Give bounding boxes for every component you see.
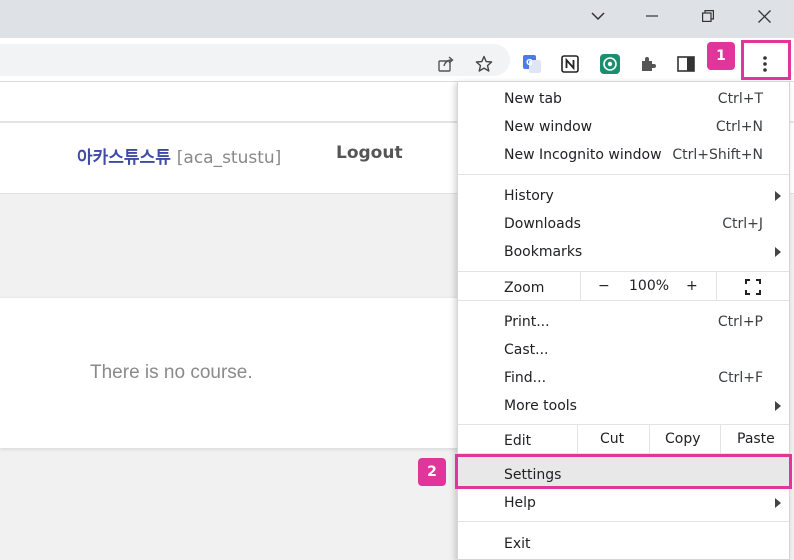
menu-item-label: Find... [504, 370, 547, 386]
step2-highlight-box [455, 454, 792, 489]
bookmark-star-button[interactable] [470, 50, 498, 78]
menu-item-shortcut: Ctrl+P [717, 314, 763, 330]
chevron-down-icon [591, 12, 605, 21]
menu-item-help[interactable]: Help [458, 490, 789, 518]
menu-item-find[interactable]: Find... Ctrl+F [458, 365, 789, 393]
menu-item-label: Downloads [504, 216, 581, 232]
user-name[interactable]: 아카스튜스튜 [aca_stustu] [77, 143, 281, 168]
minimize-icon [646, 15, 658, 17]
star-icon [475, 55, 493, 72]
menu-item-label: Exit [504, 536, 531, 552]
menu-item-shortcut: Ctrl+N [715, 119, 763, 135]
edit-divider [577, 425, 578, 453]
menu-item-label: Edit [504, 433, 532, 449]
fullscreen-icon [745, 279, 761, 295]
menu-item-cast[interactable]: Cast... [458, 337, 789, 365]
menu-item-exit[interactable]: Exit [458, 531, 789, 559]
edit-divider [649, 425, 650, 453]
submenu-arrow-icon [775, 498, 781, 508]
share-icon [438, 56, 454, 72]
menu-item-label: Bookmarks [504, 244, 583, 260]
menu-item-print[interactable]: Print... Ctrl+P [458, 309, 789, 337]
menu-divider [458, 271, 789, 272]
menu-divider [458, 300, 789, 301]
menu-item-new-window[interactable]: New window Ctrl+N [458, 114, 789, 142]
step2-badge: 2 [418, 458, 446, 486]
zoom-level: 100% [629, 278, 670, 294]
menu-item-label: New tab [504, 91, 562, 107]
zoom-divider [716, 272, 717, 300]
fullscreen-button[interactable] [745, 279, 761, 299]
menu-item-new-incognito[interactable]: New Incognito window Ctrl+Shift+N [458, 142, 789, 170]
menu-item-bookmarks[interactable]: Bookmarks [458, 239, 789, 267]
side-panel-icon [677, 56, 695, 72]
restore-button[interactable] [680, 0, 736, 32]
menu-item-history[interactable]: History [458, 183, 789, 211]
gpt-extension-button[interactable] [596, 50, 624, 78]
menu-item-label: History [504, 188, 554, 204]
extensions-button[interactable] [634, 50, 662, 78]
minimize-button[interactable] [624, 0, 680, 32]
edit-divider [720, 425, 721, 453]
menu-item-shortcut: Ctrl+F [718, 370, 763, 386]
translate-extension-button[interactable]: G [518, 50, 546, 78]
user-id: [aca_stustu] [176, 148, 282, 168]
logout-link[interactable]: Logout [336, 143, 403, 163]
menu-divider [458, 424, 789, 425]
menu-item-label: New window [504, 119, 593, 135]
menu-divider [458, 174, 789, 175]
menu-item-shortcut: Ctrl+T [717, 91, 763, 107]
menu-item-label: More tools [504, 398, 577, 414]
paste-button[interactable]: Paste [737, 431, 775, 447]
menu-item-label: Help [504, 495, 536, 511]
openai-icon [600, 54, 620, 74]
notion-extension-button[interactable] [556, 50, 584, 78]
step1-highlight-box [741, 40, 791, 80]
tab-search-button[interactable] [570, 0, 626, 32]
zoom-divider [580, 272, 581, 300]
menu-item-shortcut: Ctrl+Shift+N [672, 147, 763, 163]
zoom-out-button[interactable]: − [598, 278, 610, 294]
share-button[interactable] [432, 50, 460, 78]
puzzle-icon [642, 57, 656, 71]
google-translate-icon: G [523, 55, 541, 73]
menu-item-label: New Incognito window [504, 147, 662, 163]
notion-icon [561, 55, 579, 73]
menu-item-zoom: Zoom [458, 275, 789, 303]
restore-icon [702, 10, 714, 22]
empty-state-message: There is no course. [90, 362, 253, 383]
menu-item-label: Print... [504, 314, 550, 330]
submenu-arrow-icon [775, 401, 781, 411]
close-icon [757, 9, 771, 23]
menu-item-shortcut: Ctrl+J [722, 216, 763, 232]
cut-button[interactable]: Cut [600, 431, 624, 447]
submenu-arrow-icon [775, 191, 781, 201]
menu-item-label: Zoom [504, 280, 545, 296]
close-window-button[interactable] [736, 0, 792, 32]
submenu-arrow-icon [775, 247, 781, 257]
menu-item-downloads[interactable]: Downloads Ctrl+J [458, 211, 789, 239]
menu-item-new-tab[interactable]: New tab Ctrl+T [458, 86, 789, 114]
menu-divider [458, 521, 789, 522]
svg-text:G: G [526, 58, 533, 67]
step1-badge: 1 [707, 42, 735, 70]
title-bar [0, 0, 794, 38]
menu-item-more-tools[interactable]: More tools [458, 393, 789, 421]
zoom-in-button[interactable]: + [686, 278, 698, 294]
menu-item-label: Cast... [504, 342, 549, 358]
user-display-name: 아카스튜스튜 [77, 148, 171, 168]
side-panel-button[interactable] [672, 50, 700, 78]
copy-button[interactable]: Copy [665, 431, 701, 447]
